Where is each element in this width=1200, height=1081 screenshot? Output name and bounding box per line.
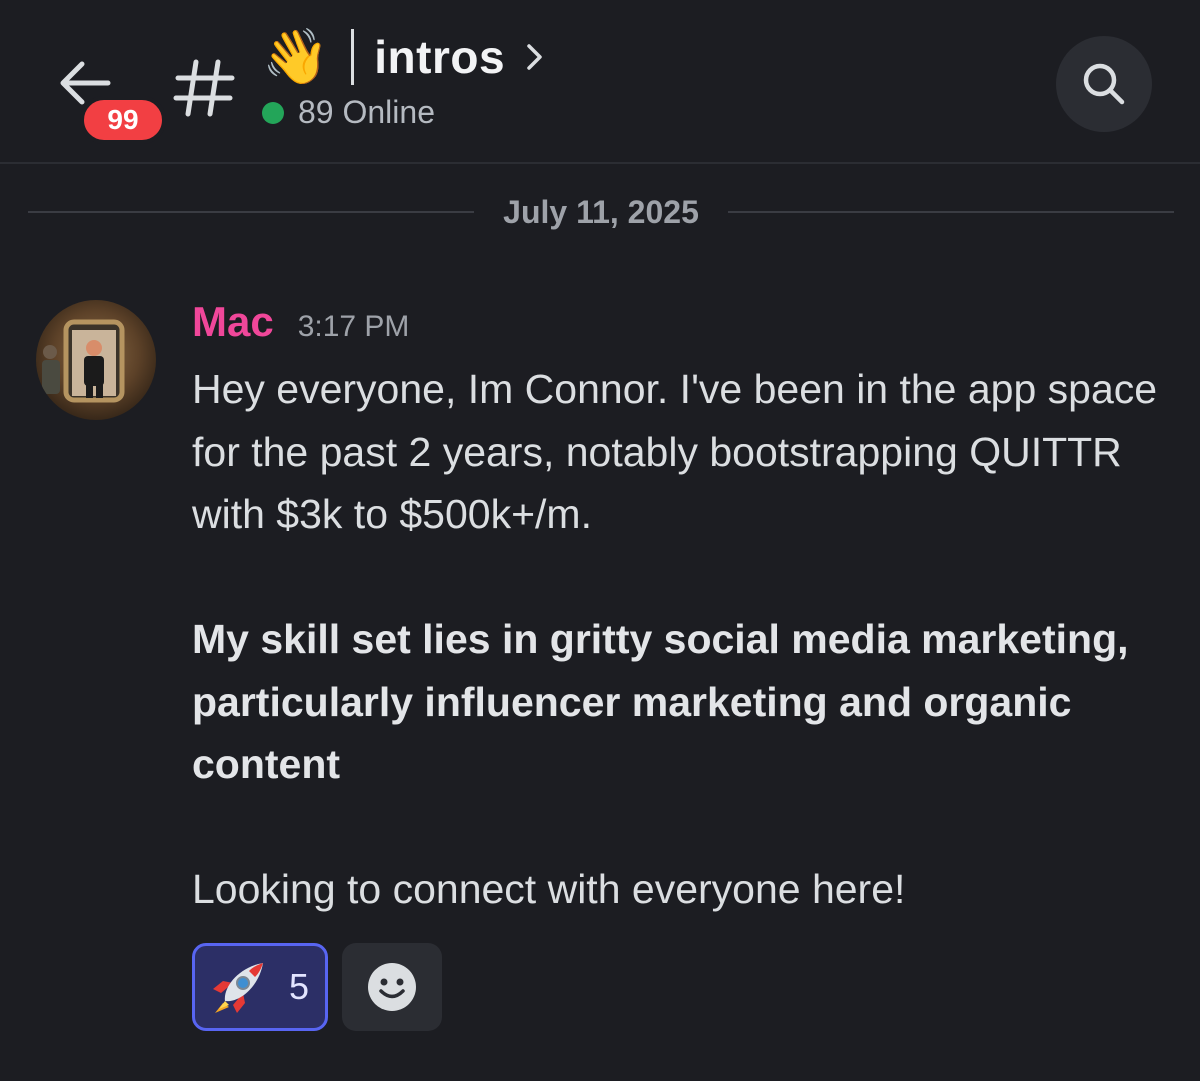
chat-screen: 99 👋 intros 89 Online July 11, 2025 Mac …: [0, 0, 1200, 1081]
avatar[interactable]: [36, 300, 156, 420]
search-icon: [1083, 63, 1125, 105]
divider-line: [28, 211, 474, 213]
online-status: 89 Online: [262, 94, 435, 131]
channel-title-button[interactable]: 👋 intros: [262, 22, 545, 92]
message-content: Hey everyone, Im Connor. I've been in th…: [192, 358, 1172, 921]
reaction-count: 5: [289, 966, 310, 1007]
waving-hand-emoji: 👋: [262, 25, 330, 88]
unread-badge: 99: [80, 96, 166, 144]
message-header: Mac 3:17 PM: [192, 298, 409, 346]
smiley-face-icon: [368, 963, 416, 1011]
hash-icon: [173, 59, 235, 117]
date-divider: July 11, 2025: [28, 190, 1174, 234]
channel-header: 99 👋 intros 89 Online: [0, 0, 1200, 164]
message-timestamp: 3:17 PM: [297, 310, 410, 343]
online-count: 89 Online: [298, 94, 435, 130]
search-button[interactable]: [1056, 36, 1152, 132]
divider-date: July 11, 2025: [503, 194, 699, 230]
chevron-right-icon: [527, 44, 542, 70]
avatar-photo: [36, 300, 156, 420]
message-paragraph: Looking to connect with everyone here!: [192, 866, 906, 912]
author-name[interactable]: Mac: [192, 298, 274, 346]
channel-name: intros: [374, 31, 506, 83]
message-paragraph: Hey everyone, Im Connor. I've been in th…: [192, 366, 1158, 537]
title-separator: [351, 29, 355, 85]
message-paragraph-bold: My skill set lies in gritty social media…: [192, 616, 1129, 787]
add-reaction-button[interactable]: [342, 943, 442, 1031]
online-dot-icon: [262, 101, 284, 124]
rocket-icon: [213, 963, 263, 1013]
reaction-rocket[interactable]: 5: [192, 943, 328, 1031]
divider-line: [728, 211, 1174, 213]
